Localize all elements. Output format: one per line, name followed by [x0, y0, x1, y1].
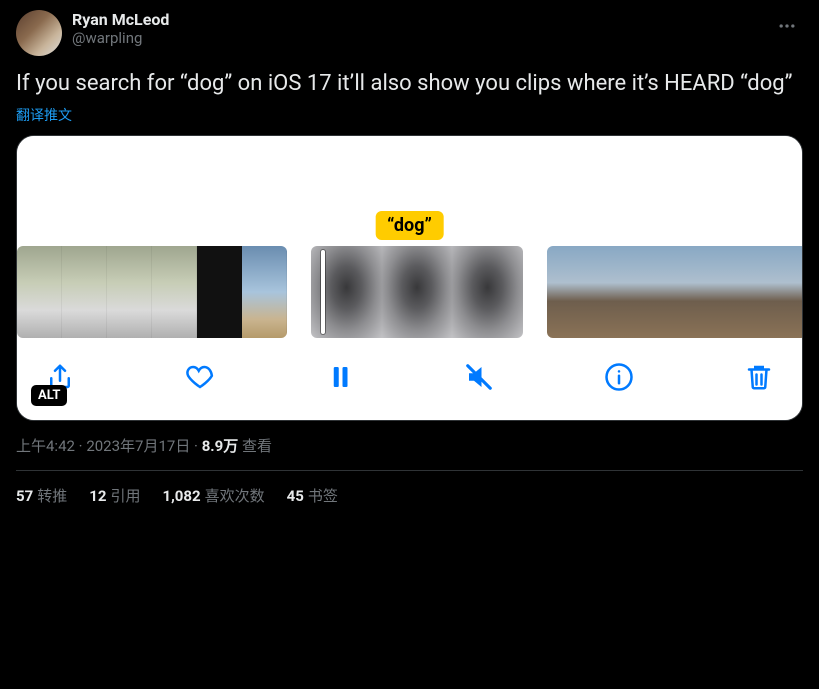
translate-link[interactable]: 翻译推文	[16, 105, 72, 125]
bookmarks-stat[interactable]: 45书签	[287, 485, 338, 506]
likes-stat[interactable]: 1,082喜欢次数	[162, 485, 264, 506]
clip-frame	[107, 246, 152, 338]
clip-frame	[242, 246, 287, 338]
clip-frame	[62, 246, 107, 338]
clip-frame	[152, 246, 197, 338]
pause-button[interactable]	[323, 360, 357, 394]
alt-badge[interactable]: ALT	[31, 385, 67, 406]
like-button[interactable]	[183, 360, 217, 394]
pause-icon	[325, 362, 355, 392]
delete-button[interactable]	[742, 360, 776, 394]
info-icon	[604, 362, 634, 392]
tweet-date[interactable]: 2023年7月17日	[86, 437, 190, 455]
tweet-meta: 上午4:42 · 2023年7月17日 · 8.9万 查看	[16, 435, 803, 456]
media-upper-area: “dog”	[17, 136, 802, 246]
clip-frame	[634, 246, 677, 338]
quotes-stat[interactable]: 12引用	[89, 485, 140, 506]
reposts-stat[interactable]: 57转推	[16, 485, 67, 506]
clip-frame	[547, 246, 590, 338]
author-block[interactable]: Ryan McLeod @warpling	[72, 10, 761, 47]
views-count: 8.9万	[202, 437, 239, 455]
clip-frame	[764, 246, 803, 338]
tweet-time[interactable]: 上午4:42	[16, 437, 75, 455]
media-toolbar	[17, 342, 802, 420]
clip-frame	[720, 246, 763, 338]
clip-group-3[interactable]	[547, 246, 803, 338]
clip-group-1[interactable]	[17, 246, 287, 338]
author-handle: @warpling	[72, 29, 761, 47]
media-attachment[interactable]: “dog”	[16, 135, 803, 421]
more-button[interactable]	[771, 10, 803, 46]
mute-button[interactable]	[462, 360, 496, 394]
tweet-text: If you search for “dog” on iOS 17 it’ll …	[16, 70, 803, 99]
mute-icon	[464, 362, 494, 392]
playhead[interactable]	[321, 250, 325, 334]
views-label: 查看	[238, 437, 272, 455]
search-highlight-label: “dog”	[375, 211, 444, 240]
clip-frame	[17, 246, 62, 338]
tweet-header: Ryan McLeod @warpling	[16, 10, 803, 56]
clip-frame	[197, 246, 242, 338]
clip-frame	[382, 246, 453, 338]
info-button[interactable]	[602, 360, 636, 394]
ellipsis-icon	[777, 16, 797, 36]
clip-group-2[interactable]	[311, 246, 523, 338]
clip-frame	[452, 246, 523, 338]
video-timeline[interactable]	[17, 246, 802, 342]
clip-frame	[677, 246, 720, 338]
author-display-name: Ryan McLeod	[72, 10, 761, 29]
clip-frame	[590, 246, 633, 338]
trash-icon	[744, 362, 774, 392]
avatar[interactable]	[16, 10, 62, 56]
tweet-stats: 57转推 12引用 1,082喜欢次数 45书签	[16, 485, 803, 506]
heart-icon	[185, 362, 215, 392]
divider	[16, 470, 803, 471]
